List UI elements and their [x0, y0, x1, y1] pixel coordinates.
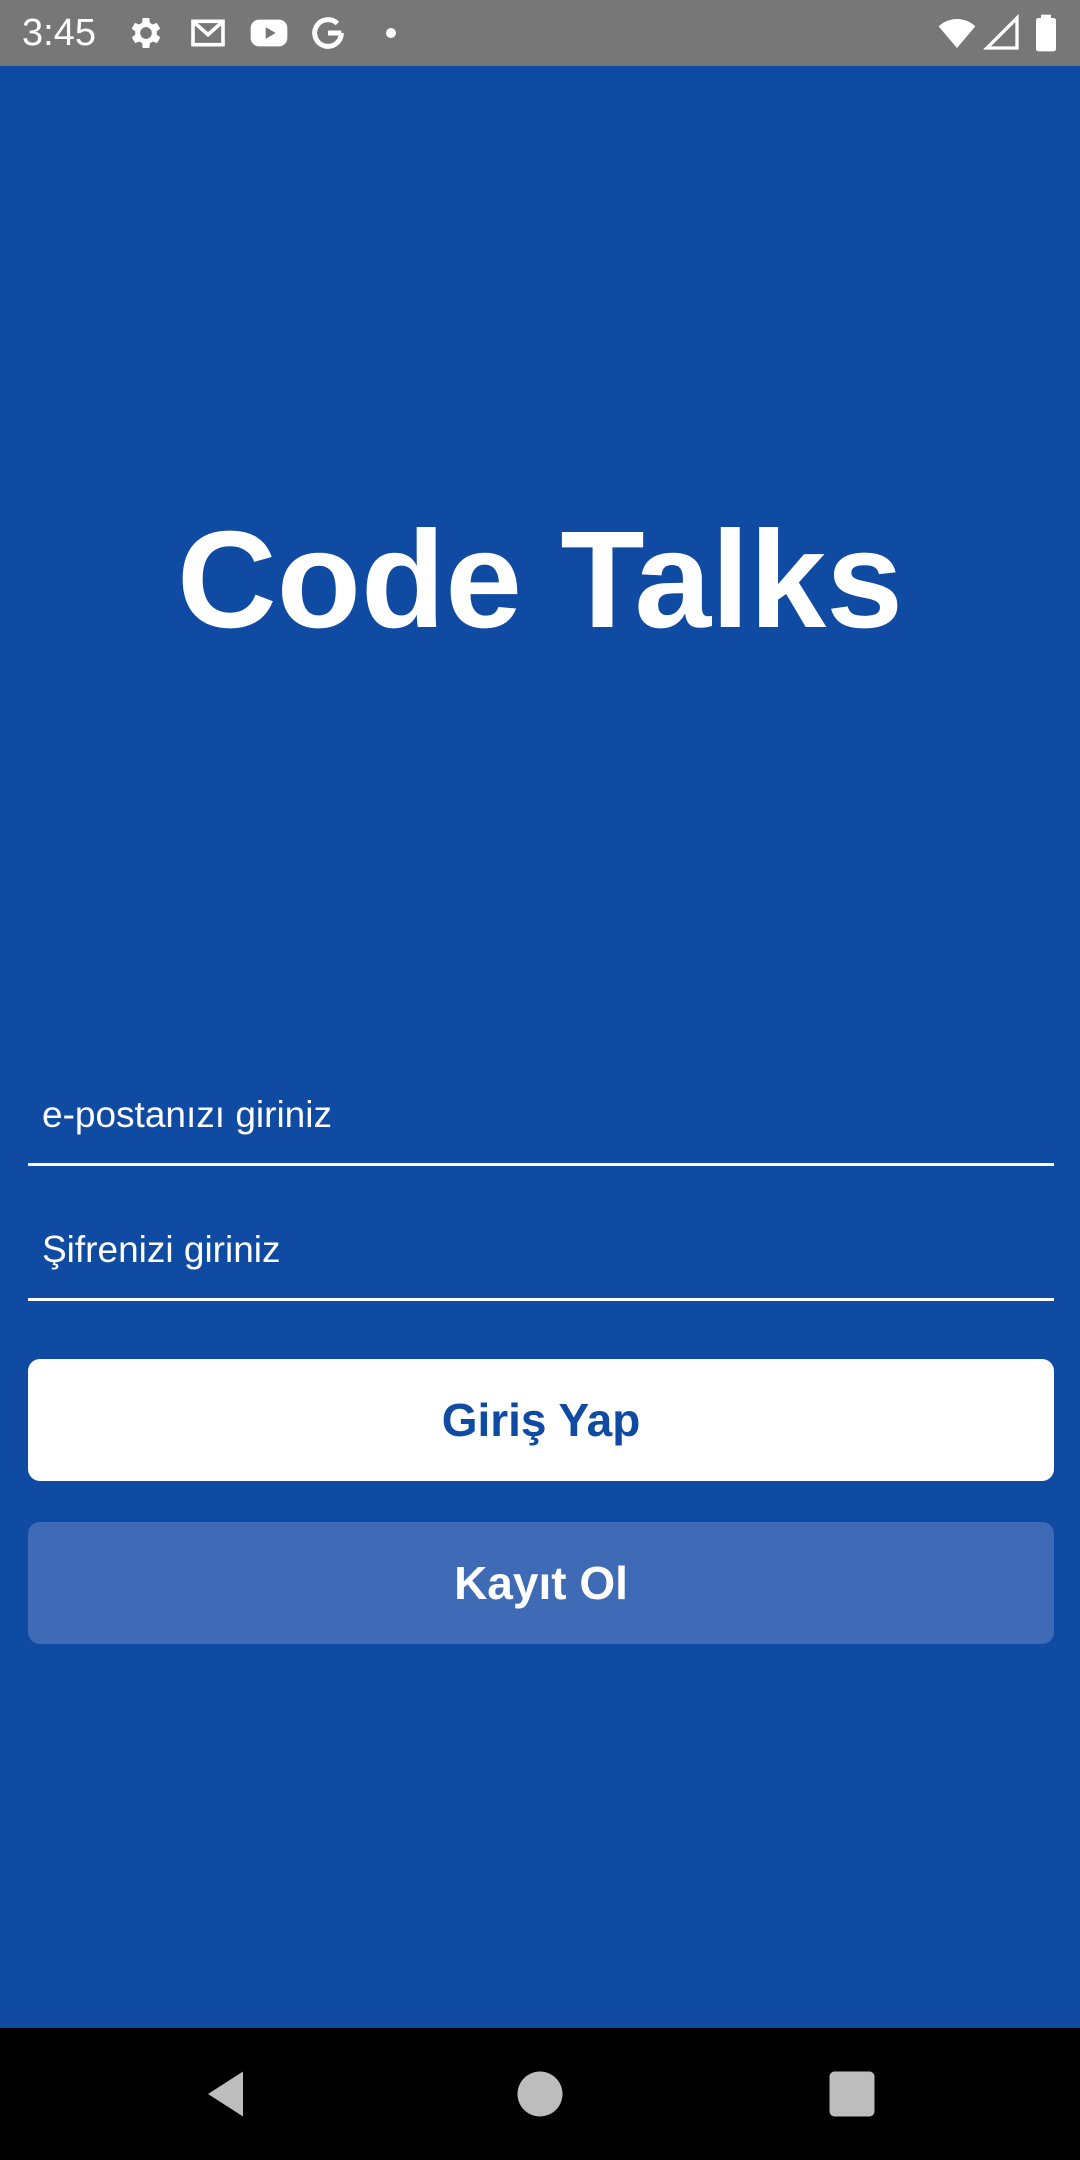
settings-icon: [126, 13, 166, 53]
email-field[interactable]: e-postanızı giriniz: [28, 1074, 1054, 1166]
battery-icon: [1030, 13, 1062, 53]
password-field[interactable]: Şifrenizi giriniz: [28, 1209, 1054, 1301]
wifi-icon: [934, 13, 980, 53]
home-icon[interactable]: [510, 2064, 570, 2124]
login-screen: 3:45 Code Talks e-postanızı giriniz Şifr…: [0, 0, 1080, 2160]
recents-icon[interactable]: [822, 2064, 882, 2124]
password-placeholder: Şifrenizi giriniz: [42, 1229, 281, 1270]
signal-icon: [982, 13, 1022, 53]
status-time: 3:45: [22, 12, 96, 54]
email-placeholder: e-postanızı giriniz: [42, 1094, 332, 1135]
dot-icon: [376, 13, 406, 53]
login-button[interactable]: Giriş Yap: [28, 1359, 1054, 1481]
status-bar: 3:45: [0, 0, 1080, 66]
back-icon[interactable]: [198, 2064, 258, 2124]
youtube-icon: [246, 13, 292, 53]
register-button[interactable]: Kayıt Ol: [28, 1522, 1054, 1644]
app-title: Code Talks: [177, 503, 903, 657]
google-icon: [308, 13, 348, 53]
gmail-icon: [186, 13, 230, 53]
navigation-bar: [0, 2028, 1080, 2160]
